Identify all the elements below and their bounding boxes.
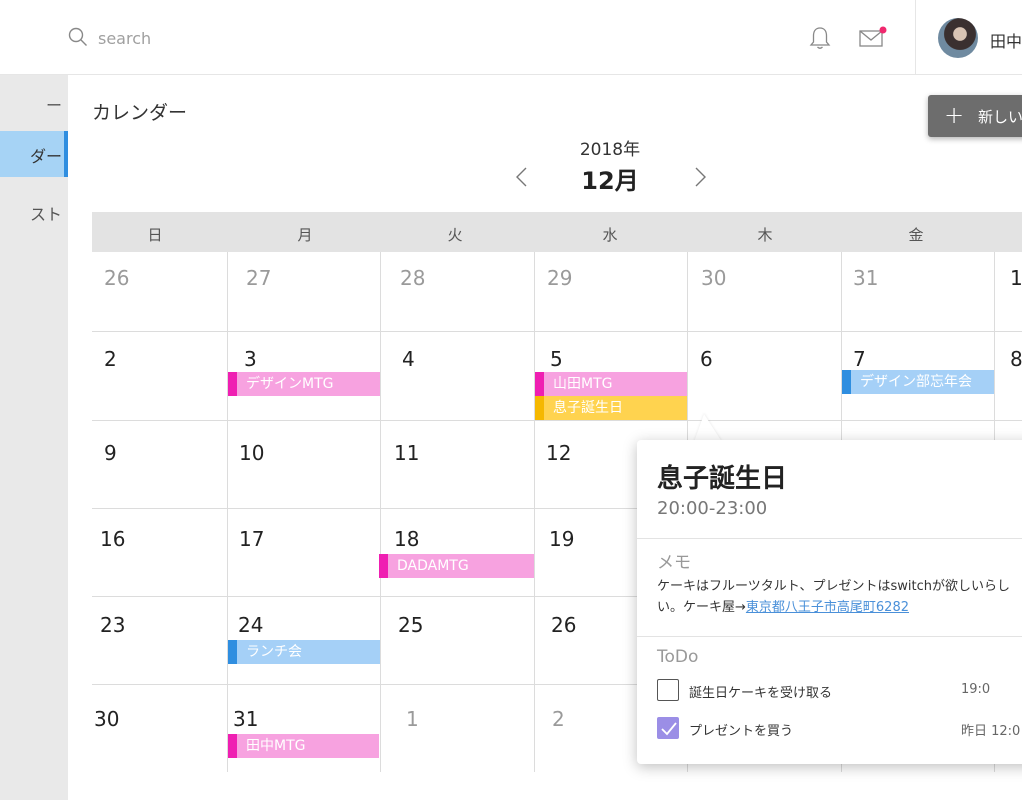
day-cell[interactable]: 11 bbox=[394, 441, 419, 465]
day-cell[interactable]: 6 bbox=[700, 347, 713, 371]
avatar[interactable] bbox=[938, 18, 978, 58]
day-cell[interactable]: 9 bbox=[104, 441, 117, 465]
day-cell[interactable]: 26 bbox=[551, 613, 576, 637]
year-label: 2018年 bbox=[579, 140, 641, 160]
event-dadamtg[interactable]: DADAMTG bbox=[379, 554, 534, 578]
divider bbox=[637, 538, 1022, 539]
day-cell[interactable]: 16 bbox=[100, 527, 125, 551]
weekday-mon: 月 bbox=[297, 226, 313, 244]
weekday-tue: 火 bbox=[447, 226, 463, 244]
day-cell[interactable]: 7 bbox=[853, 347, 866, 371]
sidebar-item-list[interactable]: スト bbox=[0, 189, 68, 235]
day-cell[interactable]: 1 bbox=[406, 707, 419, 731]
weekday-header: 日 月 火 水 木 金 bbox=[92, 212, 1022, 252]
header-divider bbox=[915, 0, 916, 75]
day-cell[interactable]: 27 bbox=[246, 266, 271, 290]
grid-line bbox=[380, 252, 381, 772]
bell-icon[interactable] bbox=[807, 25, 833, 51]
day-cell[interactable]: 24 bbox=[238, 613, 263, 637]
sidebar-item-label: スト bbox=[29, 205, 62, 224]
user-name[interactable]: 田中 bbox=[990, 28, 1022, 52]
day-cell[interactable]: 2 bbox=[104, 347, 117, 371]
day-cell[interactable]: 26 bbox=[104, 266, 129, 290]
todo-checkbox[interactable] bbox=[657, 679, 679, 701]
page-title: カレンダー bbox=[92, 102, 188, 124]
top-header: 田中 bbox=[0, 0, 1022, 75]
popup-time: 20:00-23:00 bbox=[657, 498, 768, 519]
search-input[interactable] bbox=[98, 24, 498, 52]
plus-icon: + bbox=[944, 101, 965, 129]
sidebar-item-1[interactable]: ー bbox=[0, 80, 68, 126]
event-lunch[interactable]: ランチ会 bbox=[228, 640, 380, 664]
mail-notification-dot bbox=[879, 26, 887, 34]
search-icon bbox=[68, 27, 87, 46]
day-cell[interactable]: 31 bbox=[853, 266, 878, 290]
weekday-wed: 水 bbox=[602, 226, 618, 244]
todo-time: 19:0 bbox=[961, 682, 991, 697]
event-design-mtg[interactable]: デザインMTG bbox=[228, 372, 380, 396]
todo-time: 昨日 12:0 bbox=[961, 724, 1021, 739]
sidebar-item-calendar[interactable]: ダー bbox=[0, 131, 68, 177]
day-cell[interactable]: 18 bbox=[394, 527, 419, 551]
day-cell[interactable]: 17 bbox=[239, 527, 264, 551]
grid-line bbox=[227, 252, 228, 772]
day-cell[interactable]: 10 bbox=[239, 441, 264, 465]
day-cell[interactable]: 2 bbox=[552, 707, 565, 731]
memo-text: ケーキはフルーツタルト、プレゼントはswitchが欲しいらしい。ケーキ屋→東京都… bbox=[657, 576, 1022, 618]
mail-icon[interactable] bbox=[858, 25, 888, 51]
sidebar-item-label: ー bbox=[45, 96, 62, 115]
todo-label: プレゼントを買う bbox=[689, 724, 794, 739]
day-cell[interactable]: 12 bbox=[546, 441, 571, 465]
day-cell[interactable]: 3 bbox=[244, 347, 257, 371]
day-cell[interactable]: 28 bbox=[400, 266, 425, 290]
day-cell[interactable]: 29 bbox=[547, 266, 572, 290]
divider bbox=[637, 636, 1022, 637]
memo-heading: メモ bbox=[657, 553, 691, 573]
day-cell[interactable]: 5 bbox=[550, 347, 563, 371]
popup-title: 息子誕生日 bbox=[657, 464, 788, 494]
day-cell[interactable]: 30 bbox=[701, 266, 726, 290]
new-button-label: 新しい bbox=[978, 108, 1022, 126]
todo-checkbox-checked[interactable] bbox=[657, 717, 679, 739]
grid-line bbox=[534, 252, 535, 772]
day-cell[interactable]: 30 bbox=[94, 707, 119, 731]
grid-line bbox=[92, 420, 1022, 421]
event-tanaka-mtg[interactable]: 田中MTG bbox=[228, 734, 379, 758]
new-event-button[interactable]: + 新しい bbox=[928, 95, 1022, 137]
day-cell[interactable]: 8 bbox=[1010, 347, 1022, 371]
weekday-thu: 木 bbox=[757, 226, 773, 244]
month-label: 12月 bbox=[581, 167, 639, 195]
todo-item: プレゼントを買う 昨日 12:0 bbox=[657, 717, 1022, 743]
checkmark-icon bbox=[661, 722, 677, 736]
event-detail-popup: 息子誕生日 20:00-23:00 メモ ケーキはフルーツタルト、プレゼントはs… bbox=[637, 440, 1022, 764]
event-design-bonenkai[interactable]: デザイン部忘年会 bbox=[842, 370, 994, 394]
day-cell[interactable]: 4 bbox=[402, 347, 415, 371]
memo-address-link[interactable]: 東京都八王子市高尾町6282 bbox=[746, 600, 909, 615]
day-cell[interactable]: 25 bbox=[398, 613, 423, 637]
todo-label: 誕生日ケーキを受け取る bbox=[689, 686, 833, 701]
popup-pointer bbox=[694, 414, 722, 442]
weekday-fri: 金 bbox=[908, 226, 924, 244]
chevron-right-icon[interactable] bbox=[690, 165, 710, 189]
todo-heading: ToDo bbox=[657, 647, 699, 667]
todo-item: 誕生日ケーキを受け取る 19:0 bbox=[657, 679, 1022, 705]
grid-line bbox=[92, 331, 1022, 332]
event-yamada-mtg[interactable]: 山田MTG bbox=[535, 372, 687, 396]
weekday-sun: 日 bbox=[147, 226, 163, 244]
event-son-birthday[interactable]: 息子誕生日 bbox=[535, 396, 687, 420]
sidebar-item-label: ダー bbox=[29, 147, 62, 166]
chevron-left-icon[interactable] bbox=[512, 165, 532, 189]
sidebar: ー ダー スト bbox=[0, 75, 68, 800]
day-cell[interactable]: 31 bbox=[233, 707, 258, 731]
day-cell[interactable]: 19 bbox=[549, 527, 574, 551]
day-cell[interactable]: 1 bbox=[1010, 266, 1022, 290]
day-cell[interactable]: 23 bbox=[100, 613, 125, 637]
